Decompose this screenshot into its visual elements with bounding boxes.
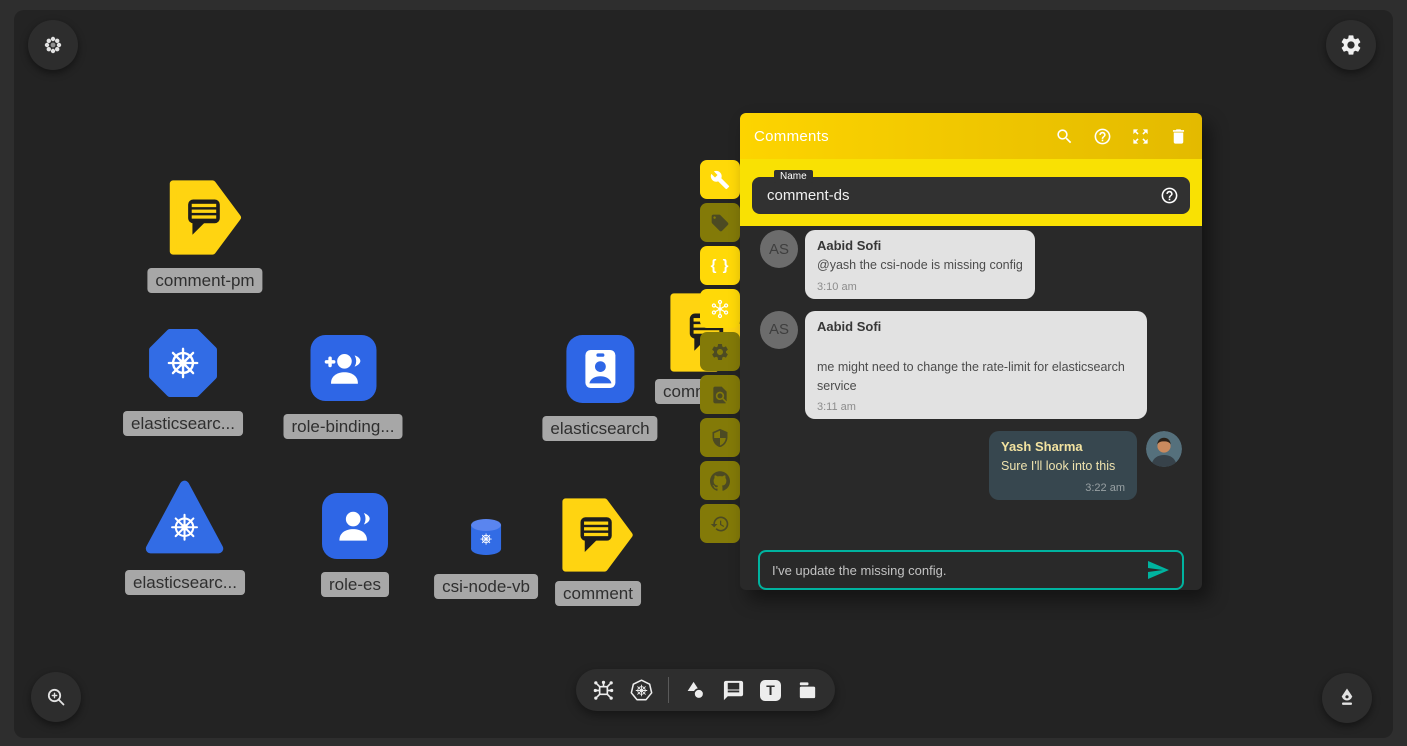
role-icon	[322, 493, 388, 559]
side-toolbar: { }	[700, 160, 740, 543]
node-label: csi-node-vb	[434, 574, 538, 599]
kubernetes-icon[interactable]	[630, 679, 653, 702]
composer-input[interactable]	[772, 563, 1146, 578]
comments-panel-header[interactable]: Comments	[740, 113, 1202, 159]
node-comment-pm[interactable]: comment-pm	[147, 180, 262, 293]
name-section: Name	[740, 159, 1202, 226]
github-icon[interactable]	[700, 461, 740, 500]
message-text: Sure I'll look into this	[1001, 457, 1125, 476]
zoom-in-icon[interactable]	[31, 672, 81, 722]
doc-search-icon[interactable]	[700, 375, 740, 414]
node-csi-node-vb[interactable]: csi-node-vb	[434, 518, 538, 599]
message-row: AS Aabid Sofi me might need to change th…	[760, 311, 1182, 420]
service-account-icon	[566, 335, 634, 403]
send-icon[interactable]	[1146, 558, 1170, 582]
message-bubble: Yash Sharma Sure I'll look into this 3:2…	[989, 431, 1137, 500]
braces-icon[interactable]: { }	[700, 246, 740, 285]
node-comment[interactable]: comment	[555, 498, 641, 606]
message-row: Yash Sharma Sure I'll look into this 3:2…	[760, 431, 1182, 500]
node-label: elasticsearc...	[125, 570, 245, 595]
role-binding-icon	[310, 335, 376, 401]
message-time: 3:22 am	[1001, 482, 1125, 494]
kubernetes-octagon-icon	[148, 328, 218, 398]
node-label: elasticsearch	[542, 416, 657, 441]
node-label: role-binding...	[283, 414, 402, 439]
expand-icon[interactable]	[1131, 127, 1150, 146]
avatar	[1146, 431, 1182, 467]
kubernetes-triangle-icon	[146, 477, 225, 557]
node-elasticsearch-triangle[interactable]: elasticsearc...	[125, 477, 245, 595]
message-time: 3:10 am	[817, 281, 1023, 293]
message-author: Yash Sharma	[1001, 439, 1125, 454]
node-label: elasticsearc...	[123, 411, 243, 436]
node-label: role-es	[321, 572, 389, 597]
message-author: Aabid Sofi	[817, 319, 1135, 334]
node-elasticsearch-serviceaccount[interactable]: elasticsearch	[542, 335, 657, 441]
node-label: comment	[555, 581, 641, 606]
wrench-icon[interactable]	[700, 160, 740, 199]
history-icon[interactable]	[700, 504, 740, 543]
gear-icon[interactable]	[700, 332, 740, 371]
flower-icon[interactable]	[28, 20, 78, 70]
network-icon[interactable]	[592, 679, 615, 702]
node-label: comment-pm	[147, 268, 262, 293]
gear-icon[interactable]	[1326, 20, 1376, 70]
avatar: AS	[760, 311, 798, 349]
hub-icon[interactable]	[700, 289, 740, 328]
name-field-wrap: Name	[752, 177, 1190, 214]
message-author: Aabid Sofi	[817, 238, 1023, 253]
note-icon[interactable]	[796, 679, 819, 702]
comment-tool-icon[interactable]	[722, 679, 745, 702]
bottom-toolbar: T	[576, 669, 835, 711]
pen-tool-icon[interactable]	[1322, 673, 1372, 723]
toolbar-divider	[668, 677, 669, 703]
avatar: AS	[760, 230, 798, 268]
comments-panel: Comments Name AS Aabid Sofi @yash the cs…	[740, 113, 1202, 590]
node-elasticsearch-octagon[interactable]: elasticsearc...	[123, 328, 243, 436]
message-text: me might need to change the rate-limit f…	[817, 358, 1135, 396]
name-field-label: Name	[774, 170, 813, 183]
text-tool-icon[interactable]: T	[760, 680, 781, 701]
shapes-icon[interactable]	[684, 679, 707, 702]
node-role-binding[interactable]: role-binding...	[283, 335, 402, 439]
tag-icon[interactable]	[700, 203, 740, 242]
message-time: 3:11 am	[817, 401, 1135, 413]
node-role-es[interactable]: role-es	[321, 493, 389, 597]
comment-node-icon	[169, 180, 241, 255]
trash-icon[interactable]	[1169, 127, 1188, 146]
shield-icon[interactable]	[700, 418, 740, 457]
panel-title: Comments	[754, 128, 1036, 145]
message-text: @yash the csi-node is missing config	[817, 256, 1023, 275]
storage-cylinder-icon	[468, 518, 504, 558]
comment-node-icon	[562, 498, 633, 572]
help-icon[interactable]	[1093, 127, 1112, 146]
search-icon[interactable]	[1055, 127, 1074, 146]
message-bubble: Aabid Sofi me might need to change the r…	[805, 311, 1147, 420]
message-row: AS Aabid Sofi @yash the csi-node is miss…	[760, 230, 1182, 299]
composer	[758, 550, 1184, 590]
name-input[interactable]	[767, 187, 1150, 204]
messages-list: AS Aabid Sofi @yash the csi-node is miss…	[740, 226, 1202, 542]
message-bubble: Aabid Sofi @yash the csi-node is missing…	[805, 230, 1035, 299]
help-icon[interactable]	[1160, 186, 1179, 205]
